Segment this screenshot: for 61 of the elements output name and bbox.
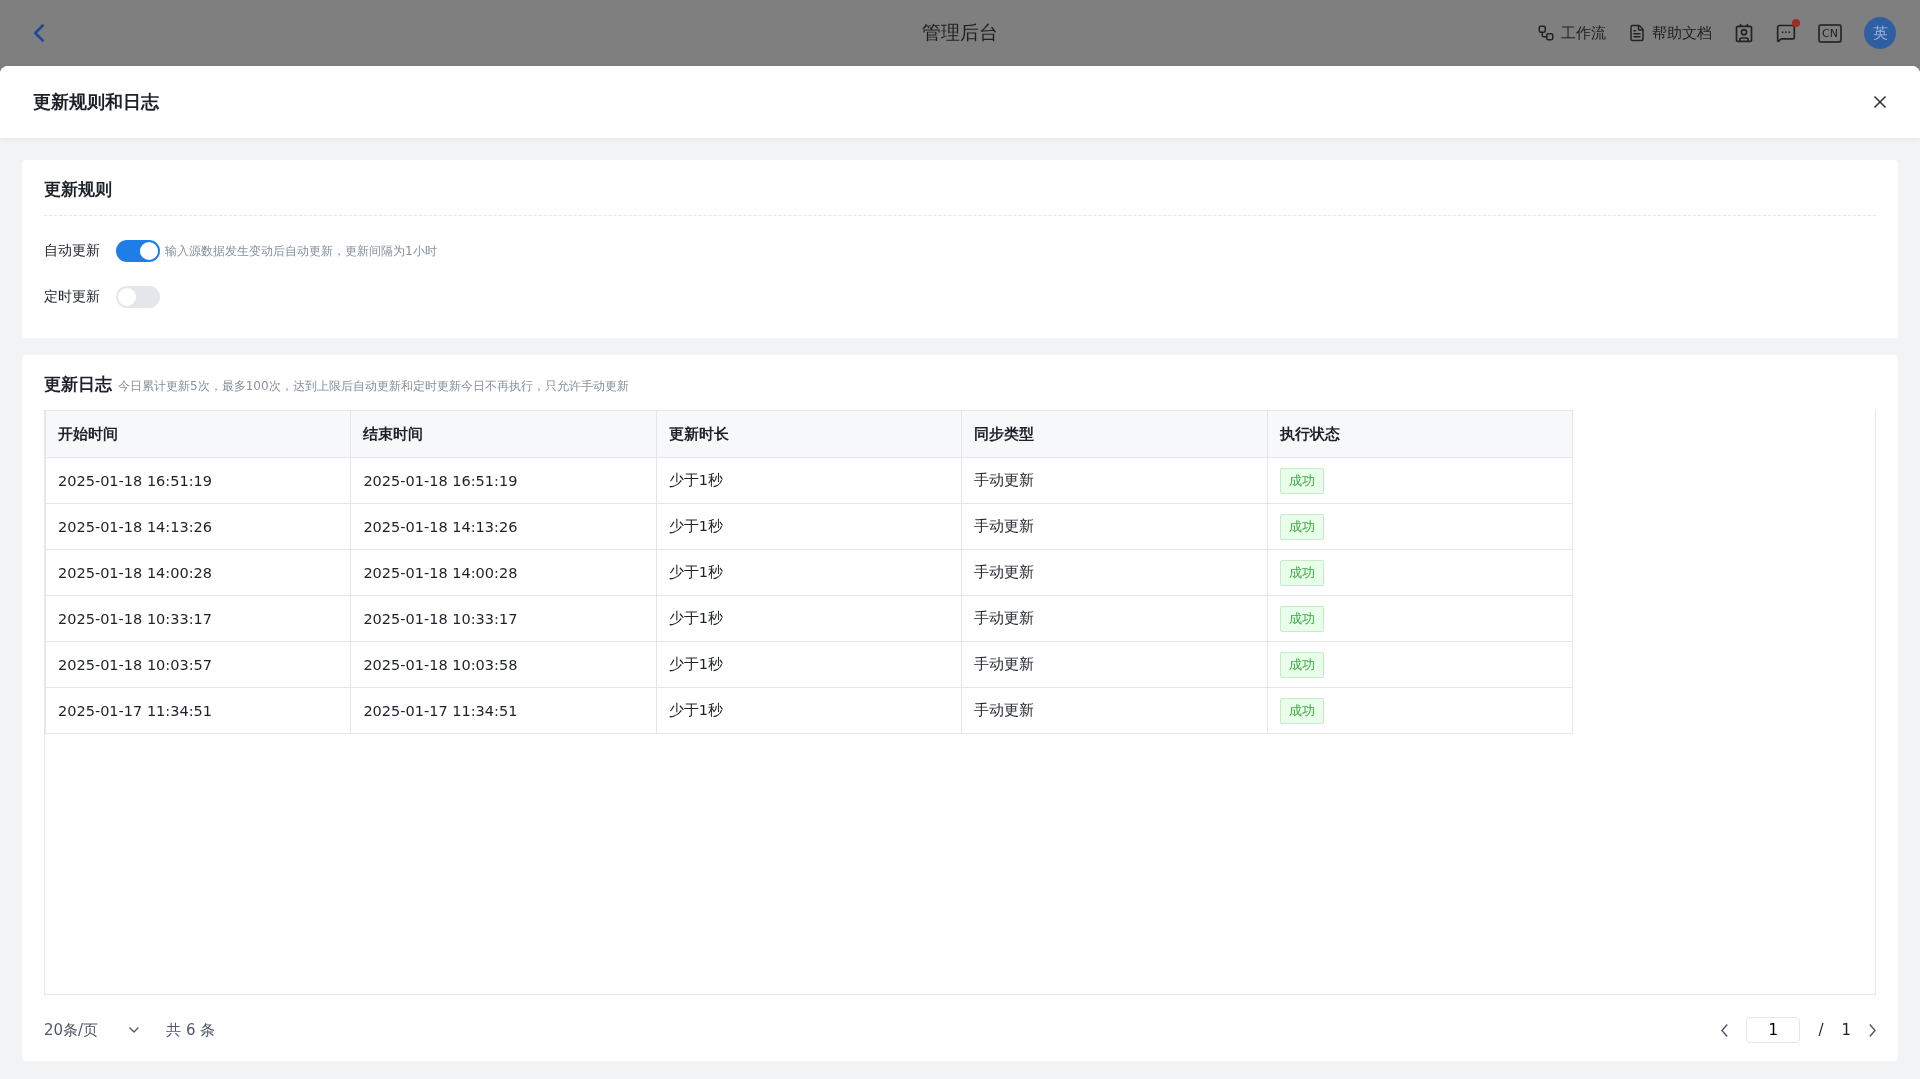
chevron-right-icon [1869,1023,1876,1037]
table-cell: 2025-01-17 11:34:51 [45,687,351,734]
table-cell: 手动更新 [961,549,1268,596]
table-cell: 手动更新 [961,457,1268,504]
workflow-link[interactable]: 工作流 [1537,23,1607,43]
language-button[interactable]: CN [1818,23,1842,43]
rule-label: 自动更新 [44,242,100,260]
table-cell: 少于1秒 [656,641,962,688]
status-tag: 成功 [1279,467,1324,494]
page-size-select[interactable]: 20条/页 [44,1020,143,1040]
document-icon [1628,24,1647,42]
status-tag: 成功 [1279,697,1324,724]
table-cell: 2025-01-18 10:33:17 [350,595,657,642]
drawer-title: 更新规则和日志 [33,90,159,114]
toggle-switch[interactable] [116,240,160,262]
table-cell: 2025-01-17 11:34:51 [350,687,657,734]
table-cell: 2025-01-18 16:51:19 [45,457,351,504]
status-tag: 成功 [1279,605,1324,632]
table-cell: 2025-01-18 10:33:17 [45,595,351,642]
log-note: 今日累计更新5次，最多100次，达到上限后自动更新和定时更新今日不再执行，只允许手动更新 [118,378,629,395]
chevron-left-icon [1721,1023,1729,1037]
toggle-switch[interactable] [116,286,160,308]
doc-link[interactable]: 帮助文档 [1628,23,1713,43]
section-title: 更新日志 [44,373,112,396]
table-cell: 2025-01-18 10:03:58 [350,641,657,688]
page-separator: / [1818,1021,1824,1039]
status-tag: 成功 [1279,651,1324,678]
column-header: 更新时长 [656,410,962,458]
table-cell: 少于1秒 [656,503,962,550]
table-cell: 手动更新 [961,595,1268,642]
previous-page-button[interactable] [1721,1023,1729,1037]
column-header: 执行状态 [1267,410,1573,458]
total-pages: 1 [1841,1021,1851,1039]
section-title: 更新规则 [44,178,113,201]
table-cell: 手动更新 [961,641,1268,688]
column-header: 开始时间 [45,410,351,458]
table-cell: 2025-01-18 14:00:28 [350,549,657,596]
table-cell: 少于1秒 [656,549,962,596]
status-tag: 成功 [1279,513,1324,540]
table-cell: 2025-01-18 14:13:26 [350,503,657,550]
table-cell: 2025-01-18 16:51:19 [350,457,657,504]
table-cell: 2025-01-18 14:13:26 [45,503,351,550]
avatar[interactable]: 英 [1864,17,1896,49]
column-header: 同步类型 [961,410,1268,458]
app-title: 管理后台 [922,20,998,45]
page-input[interactable]: 1 [1746,1017,1801,1043]
table-cell: 少于1秒 [656,687,962,734]
next-page-button[interactable] [1869,1023,1876,1037]
total-count: 共 6 条 [166,1020,216,1040]
table-cell: 2025-01-18 10:03:57 [45,641,351,688]
table-cell: 手动更新 [961,687,1268,734]
workflow-icon [1537,24,1556,42]
rule-label: 定时更新 [44,288,100,306]
contacts-icon[interactable] [1734,23,1755,43]
column-header: 结束时间 [350,410,657,458]
table-cell: 少于1秒 [656,595,962,642]
status-tag: 成功 [1279,559,1324,586]
table-cell: 手动更新 [961,503,1268,550]
rule-hint: 输入源数据发生变动后自动更新，更新间隔为1小时 [165,242,437,260]
table-cell: 少于1秒 [656,457,962,504]
table-cell: 2025-01-18 14:00:28 [45,549,351,596]
